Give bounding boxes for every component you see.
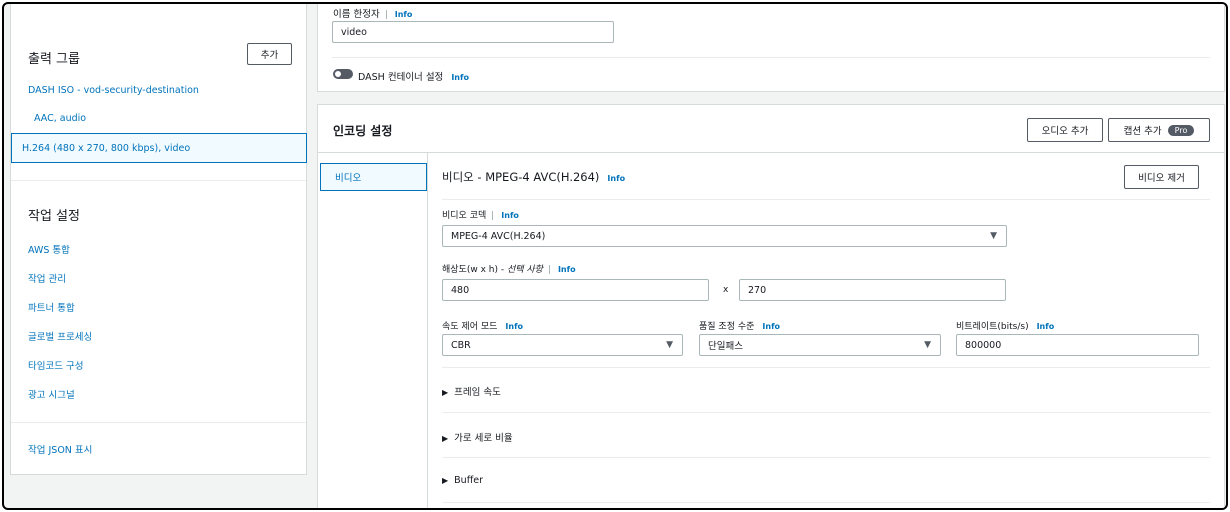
chevron-down-icon: ▼ <box>990 231 997 241</box>
divider <box>442 367 1210 368</box>
pro-badge: Pro <box>1167 124 1195 136</box>
video-section-title-text: 비디오 - MPEG-4 AVC(H.264) <box>442 170 600 184</box>
sidebar-item-ad-signal[interactable]: 광고 시그널 <box>28 387 75 401</box>
dash-container-label-text: DASH 컨테이너 설정 <box>358 72 444 83</box>
name-modifier-label: 이름 한정자 Info <box>333 6 412 20</box>
caret-right-icon: ▶ <box>442 476 449 485</box>
framerate-label: 프레임 속도 <box>454 387 501 398</box>
info-link[interactable]: Info <box>558 265 576 274</box>
tab-video[interactable]: 비디오 <box>320 163 427 191</box>
height-input[interactable]: 270 <box>739 279 1006 301</box>
sidebar-item-global-processing[interactable]: 글로벌 프로세싱 <box>28 329 92 343</box>
separator <box>492 211 494 220</box>
quality-tuning-select[interactable]: 단일패스 ▼ <box>699 334 941 356</box>
rate-control-select[interactable]: CBR ▼ <box>442 334 683 356</box>
quality-tuning-label-text: 품질 조정 수준 <box>699 322 755 332</box>
video-codec-label: 비디오 코덱 Info <box>442 208 519 221</box>
info-link[interactable]: Info <box>1037 322 1055 331</box>
chevron-down-icon: ▼ <box>924 340 931 350</box>
bitrate-input[interactable]: 800000 <box>956 334 1199 356</box>
aspect-ratio-expander[interactable]: ▶ 가로 세로 비율 <box>442 430 513 444</box>
resolution-label-text: 해상도(w x h) - <box>442 265 507 275</box>
bitrate-label: 비트레이트(bits/s) Info <box>956 319 1054 332</box>
app-frame: 출력 그룹 추가 DASH ISO - vod-security-destina… <box>2 2 1228 510</box>
output-item-video-label: H.264 (480 x 270, 800 kbps), video <box>22 143 191 154</box>
info-link[interactable]: Info <box>451 73 469 82</box>
resolution-label: 해상도(w x h) - 선택 사항 Info <box>442 262 576 275</box>
resolution-optional: 선택 사항 <box>506 265 543 275</box>
encoding-settings-title: 인코딩 설정 <box>333 124 393 138</box>
rate-control-label: 속도 제어 모드 Info <box>442 319 523 332</box>
separator <box>548 265 550 274</box>
info-link[interactable]: Info <box>762 322 780 331</box>
buffer-label: Buffer <box>454 475 483 486</box>
output-groups-title: 출력 그룹 <box>28 52 80 67</box>
add-audio-button[interactable]: 오디오 추가 <box>1027 118 1103 142</box>
sidebar-item-timecode[interactable]: 타임코드 구성 <box>28 358 83 372</box>
rate-control-value: CBR <box>451 339 471 351</box>
buffer-expander[interactable]: ▶ Buffer <box>442 475 483 486</box>
sidebar-divider-2 <box>11 422 306 423</box>
sidebar-item-partner-integration[interactable]: 파트너 통합 <box>28 300 75 314</box>
add-caption-label: 캡션 추가 <box>1123 126 1162 137</box>
separator <box>385 10 387 19</box>
output-group-link[interactable]: DASH ISO - vod-security-destination <box>28 85 199 96</box>
chevron-down-icon: ▼ <box>666 340 673 350</box>
sidebar-divider <box>11 180 306 181</box>
name-modifier-label-text: 이름 한정자 <box>333 9 380 20</box>
header-divider <box>318 152 1224 153</box>
encoding-settings-panel: 인코딩 설정 오디오 추가 캡션 추가 Pro 비디오 - MPEG-4 AVC… <box>317 104 1225 508</box>
add-caption-button[interactable]: 캡션 추가 Pro <box>1108 118 1210 142</box>
info-link[interactable]: Info <box>395 10 413 19</box>
quality-tuning-value: 단일패스 <box>708 341 743 352</box>
tab-divider <box>427 152 428 508</box>
divider <box>442 199 1210 200</box>
framerate-expander[interactable]: ▶ 프레임 속도 <box>442 384 501 398</box>
output-item-audio[interactable]: AAC, audio <box>34 113 86 124</box>
sidebar-item-job-management[interactable]: 작업 관리 <box>28 271 66 285</box>
sidebar: 출력 그룹 추가 DASH ISO - vod-security-destina… <box>10 4 307 475</box>
info-link[interactable]: Info <box>607 174 625 183</box>
video-section-title: 비디오 - MPEG-4 AVC(H.264) Info <box>442 169 625 185</box>
sidebar-item-aws-integration[interactable]: AWS 통합 <box>28 242 70 256</box>
divider <box>332 57 1210 58</box>
add-output-group-button[interactable]: 추가 <box>247 43 292 65</box>
info-link[interactable]: Info <box>501 211 519 220</box>
divider <box>442 502 1210 503</box>
job-settings-title: 작업 설정 <box>28 209 80 224</box>
bitrate-label-text: 비트레이트(bits/s) <box>956 322 1029 332</box>
video-codec-label-text: 비디오 코덱 <box>442 211 487 221</box>
show-job-json-link[interactable]: 작업 JSON 표시 <box>28 442 92 456</box>
info-link[interactable]: Info <box>505 322 523 331</box>
output-settings-panel: 이름 한정자 Info video DASH 컨테이너 설정 Info <box>317 4 1225 92</box>
dash-container-toggle[interactable] <box>333 69 353 79</box>
caret-right-icon: ▶ <box>442 434 449 443</box>
quality-tuning-label: 품질 조정 수준 Info <box>699 319 780 332</box>
name-modifier-input[interactable]: video <box>332 21 614 43</box>
aspect-ratio-label: 가로 세로 비율 <box>454 433 513 444</box>
divider <box>442 457 1210 458</box>
resolution-x-separator: x <box>723 285 729 295</box>
output-item-video-selected[interactable]: H.264 (480 x 270, 800 kbps), video <box>11 133 307 163</box>
dash-container-label: DASH 컨테이너 설정 Info <box>358 69 469 83</box>
width-input[interactable]: 480 <box>442 279 709 301</box>
divider <box>442 412 1210 413</box>
caret-right-icon: ▶ <box>442 388 449 397</box>
video-codec-value: MPEG-4 AVC(H.264) <box>451 230 546 242</box>
remove-video-button[interactable]: 비디오 제거 <box>1124 165 1199 189</box>
video-codec-select[interactable]: MPEG-4 AVC(H.264) ▼ <box>442 225 1007 247</box>
rate-control-label-text: 속도 제어 모드 <box>442 322 498 332</box>
